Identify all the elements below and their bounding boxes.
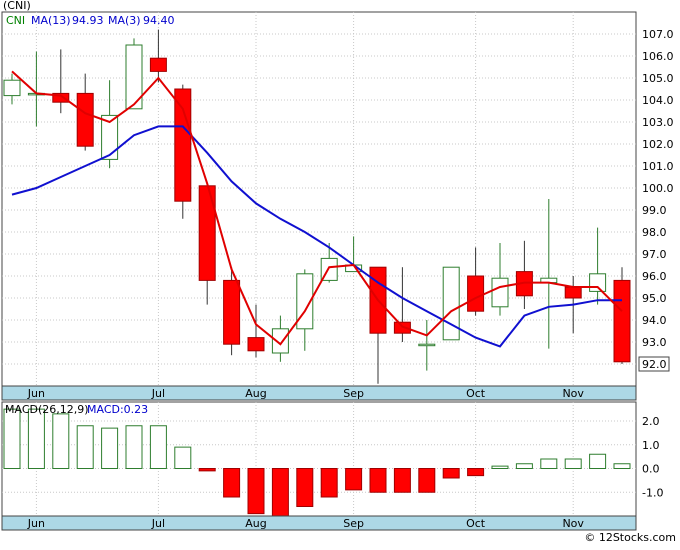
price-plot-area xyxy=(1,11,637,387)
macd-bar-2 xyxy=(52,413,70,469)
candle-body xyxy=(467,275,485,312)
candle-body xyxy=(613,279,631,363)
macd-bar-12 xyxy=(296,468,314,507)
macd-panel: 2.0 1.0 0.0 -1.0 Jun Jul Aug Sep Oct Nov MACD(26,1… xyxy=(1,401,663,531)
price-panel: 107.0 106.0 105.0 104.0 103.0 102.0 101.0 100.0… xyxy=(1,0,674,401)
macd-bar-11 xyxy=(271,468,289,517)
price-y-tick-3: 104.0 xyxy=(642,94,674,107)
macd-bar-8 xyxy=(198,468,216,472)
price-y-tick-0: 107.0 xyxy=(642,28,674,41)
macd-bar-13 xyxy=(320,468,338,498)
macd-y-tick-1: 1.0 xyxy=(642,439,660,452)
macd-y-tick-0: 2.0 xyxy=(642,415,660,428)
price-x-axis-band xyxy=(1,385,637,401)
price-y-tick-12: 95.0 xyxy=(642,292,667,305)
legend-macd-value: MACD:0.23 xyxy=(87,403,148,416)
price-y-tick-8: 99.0 xyxy=(642,204,667,217)
macd-bar-23 xyxy=(564,458,582,469)
macd-bar-21 xyxy=(515,463,533,469)
legend-cni: CNI xyxy=(6,14,25,27)
macd-bar-1 xyxy=(27,408,45,469)
legend-ma13: MA(13) xyxy=(31,14,71,27)
price-y-tick-2: 105.0 xyxy=(642,72,674,85)
price-y-tick-5: 102.0 xyxy=(642,138,674,151)
price-y-tick-9: 98.0 xyxy=(642,226,667,239)
macd-x-label-oct: Oct xyxy=(466,517,486,530)
macd-bar-25 xyxy=(613,463,631,469)
macd-bar-0 xyxy=(3,408,21,469)
candle-body xyxy=(3,79,21,97)
legend-ma3: MA(3) xyxy=(108,14,141,27)
candle-body xyxy=(76,92,94,147)
macd-bar-19 xyxy=(467,468,485,477)
candle-body xyxy=(247,337,265,352)
candle-body xyxy=(564,286,582,299)
macd-bar-20 xyxy=(491,465,509,469)
price-x-label-jul: Jul xyxy=(151,387,165,400)
macd-x-label-jun: Jun xyxy=(27,517,45,530)
macd-bar-3 xyxy=(76,425,94,469)
candle-body xyxy=(491,277,509,308)
legend-ma3-value: 94.40 xyxy=(143,14,175,27)
candle-body xyxy=(589,273,607,292)
macd-bar-5 xyxy=(125,425,143,469)
price-y-tick-4: 103.0 xyxy=(642,116,674,129)
macd-bar-14 xyxy=(345,468,363,491)
macd-bar-17 xyxy=(418,468,436,493)
price-y-tick-13: 94.0 xyxy=(642,314,667,327)
last-price-label: 92.0 xyxy=(642,358,667,371)
macd-bar-24 xyxy=(589,453,607,469)
candle-18 xyxy=(442,266,460,341)
price-x-label-aug: Aug xyxy=(245,387,266,400)
macd-bar-9 xyxy=(223,468,241,498)
macd-bar-15 xyxy=(369,468,387,493)
macd-bar-6 xyxy=(149,425,167,469)
macd-y-tick-2: 0.0 xyxy=(642,463,660,476)
price-x-label-nov: Nov xyxy=(562,387,584,400)
stock-chart: 107.0 106.0 105.0 104.0 103.0 102.0 101.0 100.0… xyxy=(0,0,680,546)
macd-x-label-nov: Nov xyxy=(562,517,584,530)
chart-canvas: 107.0 106.0 105.0 104.0 103.0 102.0 101.0 100.0… xyxy=(1,0,676,544)
price-x-label-sep: Sep xyxy=(343,387,364,400)
price-y-tick-1: 106.0 xyxy=(642,50,674,63)
chart-ticker: (CNI) xyxy=(3,0,31,12)
price-y-tick-10: 97.0 xyxy=(642,248,667,261)
macd-x-axis-band xyxy=(1,515,637,531)
legend-ma13-value: 94.93 xyxy=(72,14,104,27)
price-y-tick-14: 93.0 xyxy=(642,336,667,349)
candle-7 xyxy=(174,84,192,219)
price-y-tick-11: 96.0 xyxy=(642,270,667,283)
candle-body xyxy=(223,279,241,345)
macd-bar-7 xyxy=(174,446,192,469)
price-y-tick-7: 100.0 xyxy=(642,182,674,195)
macd-bar-10 xyxy=(247,468,265,515)
candle-body xyxy=(174,88,192,202)
price-y-tick-6: 101.0 xyxy=(642,160,674,173)
macd-bar-18 xyxy=(442,468,460,479)
macd-y-tick-3: -1.0 xyxy=(642,486,663,499)
legend-macd: MACD(26,12,9) xyxy=(5,403,89,416)
candle-25 xyxy=(613,267,631,364)
macd-x-label-sep: Sep xyxy=(343,517,364,530)
footer-credit: © 12Stocks.com xyxy=(584,531,676,544)
price-x-label-jun: Jun xyxy=(27,387,45,400)
macd-bar-4 xyxy=(101,427,119,469)
macd-x-label-jul: Jul xyxy=(151,517,165,530)
macd-x-label-aug: Aug xyxy=(245,517,266,530)
candle-body xyxy=(418,343,436,347)
price-x-label-oct: Oct xyxy=(466,387,486,400)
candle-body xyxy=(149,57,167,72)
candle-body xyxy=(442,266,460,341)
macd-bar-16 xyxy=(393,468,411,493)
macd-bar-22 xyxy=(540,458,558,469)
